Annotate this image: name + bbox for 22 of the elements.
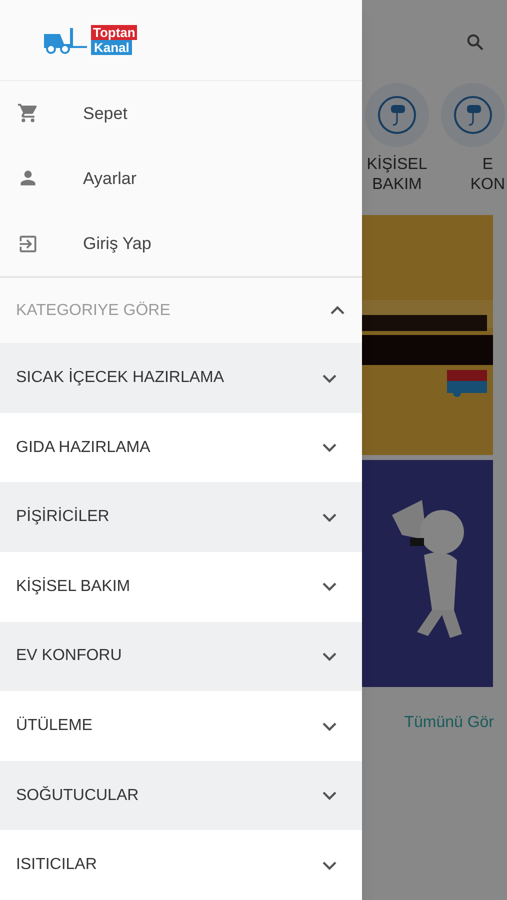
category-label: KİŞİSEL — [366, 155, 428, 175]
category-item[interactable]: GIDA HAZIRLAMA — [0, 412, 362, 482]
category-item[interactable]: SICAK İÇECEK HAZIRLAMA — [0, 343, 362, 413]
category-item[interactable]: ÜTÜLEME — [0, 691, 362, 761]
hair-dryer-icon — [377, 95, 417, 135]
category-label: E — [482, 155, 493, 175]
category-item[interactable]: SOĞUTUCULAR — [0, 760, 362, 830]
search-icon[interactable] — [465, 32, 485, 52]
category-label: KON — [470, 175, 505, 195]
menu-item[interactable]: Sepet — [0, 80, 362, 146]
category-item[interactable]: KİŞİSEL BAKIM — [0, 552, 362, 622]
logo-bottom-text: Kanal — [91, 40, 132, 55]
category-item[interactable]: ISITICILAR — [0, 830, 362, 900]
category-label: BAKIM — [372, 175, 422, 195]
menu-item[interactable]: Ayarlar — [0, 146, 362, 211]
cart-icon — [17, 102, 39, 124]
logo-top-text: Toptan — [91, 24, 138, 40]
menu-item[interactable]: Giriş Yap — [0, 211, 362, 276]
hair-dryer-icon — [453, 95, 493, 135]
category-item[interactable]: PİŞİRİCİLER — [0, 482, 362, 552]
category-item[interactable]: EV KONFORU — [0, 622, 362, 692]
forklift-icon — [42, 26, 90, 54]
